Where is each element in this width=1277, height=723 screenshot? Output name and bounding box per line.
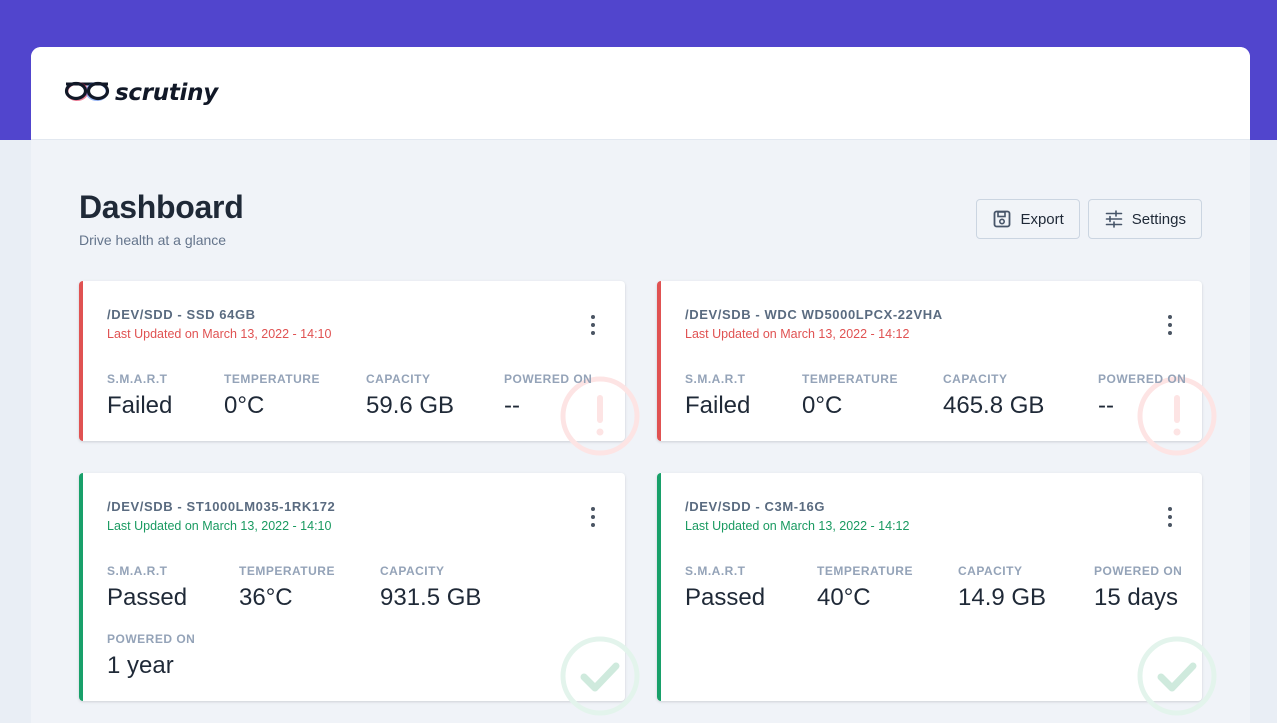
check-icon bbox=[1137, 636, 1217, 716]
metric-label: CAPACITY bbox=[380, 564, 445, 578]
metric-powered-on: POWERED ON -- bbox=[1098, 372, 1186, 420]
drive-card[interactable]: /DEV/SDD - SSD 64GB Last Updated on Marc… bbox=[79, 281, 640, 456]
metric-label: POWERED ON bbox=[1094, 564, 1183, 578]
metric-temperature: TEMPERATURE 40°C bbox=[817, 564, 913, 612]
metric-smart: S.M.A.R.T Failed bbox=[107, 372, 172, 420]
page-header: Dashboard Drive health at a glance Expor… bbox=[79, 189, 1202, 249]
metric-value: 36°C bbox=[239, 584, 293, 611]
metric-label: TEMPERATURE bbox=[817, 564, 913, 578]
metric-smart: S.M.A.R.T Failed bbox=[685, 372, 750, 420]
more-options-icon[interactable] bbox=[585, 315, 601, 335]
drive-title: /DEV/SDD - SSD 64GB bbox=[107, 307, 256, 322]
metric-label: CAPACITY bbox=[943, 372, 1008, 386]
metric-label: CAPACITY bbox=[366, 372, 431, 386]
metric-value: -- bbox=[504, 392, 520, 419]
metric-value: 40°C bbox=[817, 584, 871, 611]
metric-capacity: CAPACITY 59.6 GB bbox=[366, 372, 454, 420]
metric-capacity: CAPACITY 14.9 GB bbox=[958, 564, 1046, 612]
last-updated: Last Updated on March 13, 2022 - 14:10 bbox=[107, 519, 332, 533]
metric-value: 15 days bbox=[1094, 584, 1179, 611]
drive-title: /DEV/SDB - ST1000LM035-1RK172 bbox=[107, 499, 336, 514]
metric-label: S.M.A.R.T bbox=[685, 372, 746, 386]
metric-label: POWERED ON bbox=[1098, 372, 1187, 386]
metric-value: Failed bbox=[685, 392, 751, 419]
sliders-icon bbox=[1105, 210, 1123, 228]
metric-label: TEMPERATURE bbox=[239, 564, 335, 578]
metric-capacity: CAPACITY 931.5 GB bbox=[380, 564, 481, 612]
metric-value: 14.9 GB bbox=[958, 584, 1047, 611]
last-updated: Last Updated on March 13, 2022 - 14:10 bbox=[107, 327, 332, 341]
drive-title: /DEV/SDB - WDC WD5000LPCX-22VHA bbox=[685, 307, 943, 322]
metric-label: S.M.A.R.T bbox=[685, 564, 746, 578]
metric-temperature: TEMPERATURE 0°C bbox=[802, 372, 898, 420]
more-options-icon[interactable] bbox=[1162, 507, 1178, 527]
top-bar: scrutiny bbox=[31, 47, 1250, 140]
metric-temperature: TEMPERATURE 36°C bbox=[239, 564, 335, 612]
metric-smart: S.M.A.R.T Passed bbox=[107, 564, 187, 612]
metric-temperature: TEMPERATURE 0°C bbox=[224, 372, 320, 420]
last-updated: Last Updated on March 13, 2022 - 14:12 bbox=[685, 519, 910, 533]
drive-card[interactable]: /DEV/SDD - C3M-16G Last Updated on March… bbox=[657, 473, 1217, 716]
metric-value: 0°C bbox=[224, 392, 265, 419]
metric-capacity: CAPACITY 465.8 GB bbox=[943, 372, 1044, 420]
last-updated: Last Updated on March 13, 2022 - 14:12 bbox=[685, 327, 910, 341]
settings-button[interactable]: Settings bbox=[1087, 199, 1202, 239]
metric-label: POWERED ON bbox=[504, 372, 593, 386]
metric-smart: S.M.A.R.T Passed bbox=[685, 564, 765, 612]
export-button[interactable]: Export bbox=[976, 199, 1080, 239]
metric-value: 465.8 GB bbox=[943, 392, 1045, 419]
metric-label: S.M.A.R.T bbox=[107, 564, 168, 578]
status-stripe bbox=[657, 473, 661, 701]
save-icon bbox=[993, 210, 1011, 228]
header-actions: Export Settings bbox=[976, 199, 1202, 239]
metric-value: 59.6 GB bbox=[366, 392, 455, 419]
drive-title: /DEV/SDD - C3M-16G bbox=[685, 499, 826, 514]
metric-value: 931.5 GB bbox=[380, 584, 482, 611]
metric-value: 0°C bbox=[802, 392, 843, 419]
logo[interactable]: scrutiny bbox=[63, 78, 218, 109]
app-name: scrutiny bbox=[115, 80, 218, 106]
metric-label: TEMPERATURE bbox=[802, 372, 898, 386]
glasses-icon bbox=[63, 78, 111, 109]
metric-label: CAPACITY bbox=[958, 564, 1023, 578]
status-stripe bbox=[79, 281, 83, 441]
check-icon bbox=[560, 636, 640, 716]
drive-card[interactable]: /DEV/SDB - WDC WD5000LPCX-22VHA Last Upd… bbox=[657, 281, 1217, 456]
more-options-icon[interactable] bbox=[585, 507, 601, 527]
status-stripe bbox=[657, 281, 661, 441]
metric-value: -- bbox=[1098, 392, 1114, 419]
metric-value: 1 year bbox=[107, 652, 174, 679]
status-stripe bbox=[79, 473, 83, 701]
metric-label: POWERED ON bbox=[107, 632, 196, 646]
metric-label: S.M.A.R.T bbox=[107, 372, 168, 386]
metric-value: Passed bbox=[107, 584, 188, 611]
settings-label: Settings bbox=[1131, 210, 1186, 228]
metric-powered-on: POWERED ON 15 days bbox=[1094, 564, 1182, 612]
metric-value: Passed bbox=[685, 584, 766, 611]
drive-card[interactable]: /DEV/SDB - ST1000LM035-1RK172 Last Updat… bbox=[79, 473, 640, 716]
metric-value: Failed bbox=[107, 392, 173, 419]
metric-powered-on: POWERED ON 1 year bbox=[107, 632, 195, 680]
metric-powered-on: POWERED ON -- bbox=[504, 372, 592, 420]
more-options-icon[interactable] bbox=[1162, 315, 1178, 335]
export-label: Export bbox=[1020, 210, 1064, 228]
metric-label: TEMPERATURE bbox=[224, 372, 320, 386]
